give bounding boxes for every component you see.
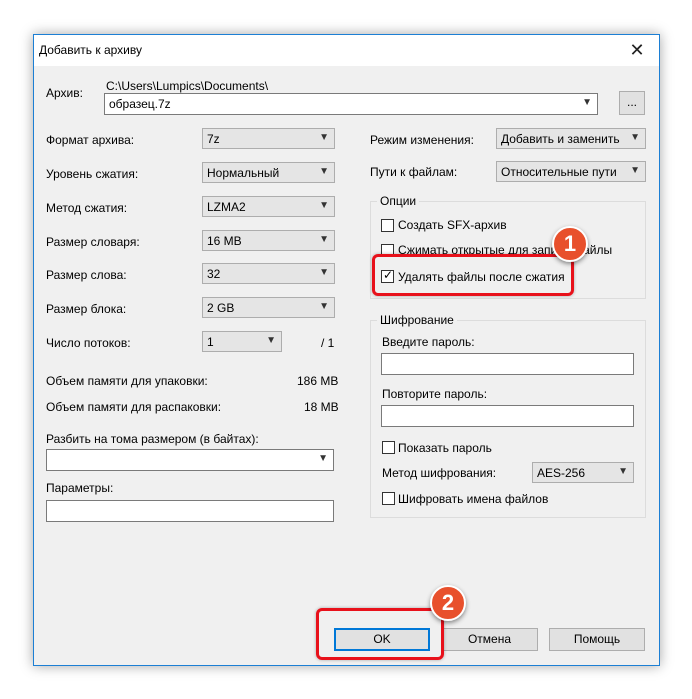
browse-button[interactable]: ... [619,91,645,115]
params-input[interactable] [46,500,334,522]
chevron-down-icon: ▼ [319,166,329,177]
word-select[interactable]: 32 ▼ [202,263,335,284]
enc-method-value: AES-256 [537,466,586,480]
archive-label: Архив: [46,86,83,100]
mode-select[interactable]: Добавить и заменить ▼ [496,128,646,149]
chevron-down-icon: ▼ [319,200,329,211]
split-label: Разбить на тома размером (в байтах): [46,432,259,446]
show-password-label: Показать пароль [398,441,492,455]
chevron-down-icon: ▼ [266,335,276,346]
close-icon[interactable]: ✕ [615,35,659,66]
level-value: Нормальный [207,166,280,180]
level-label: Уровень сжатия: [46,167,139,181]
password-input[interactable] [381,353,634,375]
chevron-down-icon: ▼ [319,234,329,245]
method-value: LZMA2 [207,200,246,214]
chevron-down-icon: ▼ [318,453,328,464]
sfx-checkbox[interactable] [381,219,394,232]
encrypt-names-label: Шифровать имена файлов [398,492,549,506]
chevron-down-icon: ▼ [319,301,329,312]
word-value: 32 [207,267,221,281]
dict-value: 16 MB [207,234,242,248]
mem-unpack-label: Объем памяти для распаковки: [46,400,222,414]
highlight-ok-button [316,608,444,660]
window-title: Добавить к архиву [39,43,142,57]
options-title: Опции [377,194,420,208]
threads-value: 1 [207,335,214,349]
mode-label: Режим изменения: [370,133,474,147]
title-bar: Добавить к архиву ✕ [34,35,659,66]
word-label: Размер слова: [46,268,127,282]
level-select[interactable]: Нормальный ▼ [202,162,335,183]
archive-name-value: образец.7z [109,97,171,111]
chevron-down-icon: ▼ [319,132,329,143]
mem-pack-value: 186 MB [297,374,339,388]
threads-label: Число потоков: [46,336,131,350]
chevron-down-icon: ▼ [582,97,592,108]
chevron-down-icon: ▼ [319,267,329,278]
password-label: Введите пароль: [382,335,475,349]
method-label: Метод сжатия: [46,201,128,215]
add-to-archive-dialog: Добавить к архиву ✕ Архив: C:\Users\Lump… [33,34,660,666]
step-badge-2: 2 [430,585,466,621]
password-repeat-input[interactable] [381,405,634,427]
params-label: Параметры: [46,481,114,495]
mem-unpack-value: 18 MB [304,400,339,414]
chevron-down-icon: ▼ [618,466,628,477]
paths-label: Пути к файлам: [370,165,458,179]
archive-name-combo[interactable]: образец.7z ▼ [104,93,598,115]
step-badge-1: 1 [552,226,588,262]
mem-pack-label: Объем памяти для упаковки: [46,374,208,388]
help-button[interactable]: Помощь [549,628,645,651]
format-select[interactable]: 7z ▼ [202,128,335,149]
show-password-checkbox[interactable] [382,441,395,454]
threads-total: / 1 [321,336,335,350]
paths-value: Относительные пути [501,165,617,179]
password-repeat-label: Повторите пароль: [382,387,488,401]
chevron-down-icon: ▼ [630,165,640,176]
paths-select[interactable]: Относительные пути ▼ [496,161,646,182]
mode-value: Добавить и заменить [501,132,620,146]
highlight-delete-option [372,254,574,296]
block-select[interactable]: 2 GB ▼ [202,297,335,318]
enc-method-label: Метод шифрования: [382,466,497,480]
chevron-down-icon: ▼ [630,132,640,143]
archive-path: C:\Users\Lumpics\Documents\ [106,79,269,93]
sfx-label: Создать SFX-архив [398,218,507,232]
threads-select[interactable]: 1 ▼ [202,331,282,352]
dict-select[interactable]: 16 MB ▼ [202,230,335,251]
encryption-title: Шифрование [377,313,457,327]
encrypt-names-checkbox[interactable] [382,492,395,505]
format-label: Формат архива: [46,133,135,147]
enc-method-select[interactable]: AES-256 ▼ [532,462,634,483]
format-value: 7z [207,132,220,146]
block-value: 2 GB [207,301,235,315]
dict-label: Размер словаря: [46,235,140,249]
cancel-button[interactable]: Отмена [441,628,538,651]
block-label: Размер блока: [46,302,127,316]
method-select[interactable]: LZMA2 ▼ [202,196,335,217]
split-combo[interactable]: ▼ [46,449,334,471]
